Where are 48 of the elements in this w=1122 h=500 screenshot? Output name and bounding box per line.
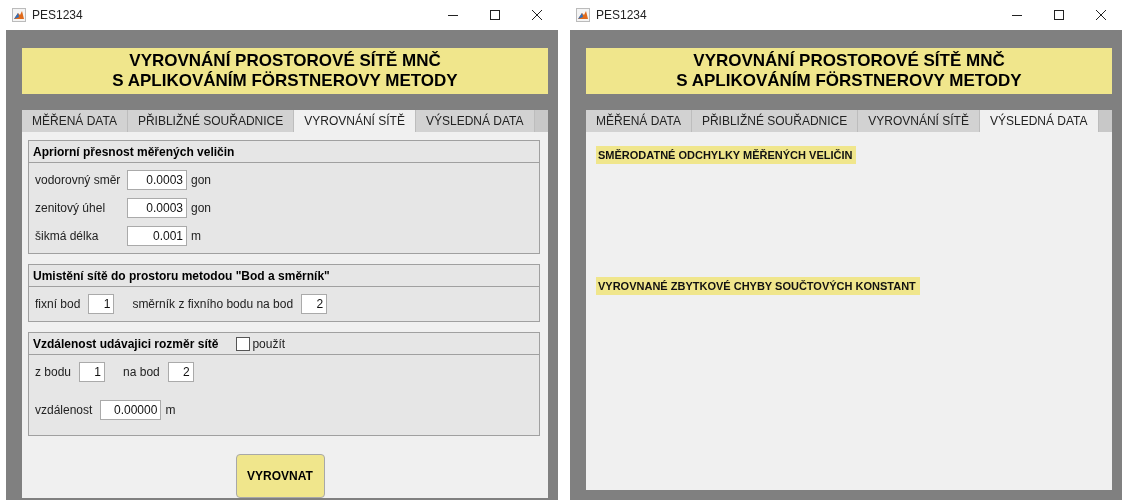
- field-label: z bodu: [35, 365, 72, 379]
- tab[interactable]: MĚŘENÁ DATA: [586, 110, 692, 132]
- tab[interactable]: VYROVNÁNÍ SÍTĚ: [294, 110, 416, 132]
- tab[interactable]: PŘIBLIŽNÉ SOUŘADNICE: [127, 110, 295, 132]
- checkbox[interactable]: [236, 336, 251, 351]
- unit-label: gon: [191, 201, 212, 215]
- input-field[interactable]: 1: [79, 362, 106, 382]
- input-field[interactable]: 0.0003: [127, 198, 187, 218]
- field-label: vodorovný směr: [35, 173, 122, 187]
- maximize-icon[interactable]: [490, 10, 500, 20]
- section-heading: SMĚRODATNÉ ODCHYLKY MĚŘENÝCH VELIČIN: [596, 146, 857, 164]
- input-field[interactable]: 0.001: [127, 226, 187, 246]
- field-label: zenitový úhel: [35, 201, 107, 215]
- field-label: fixní bod: [35, 297, 81, 311]
- input-field[interactable]: 2: [167, 362, 194, 382]
- input-field[interactable]: 1: [88, 294, 115, 314]
- unit-label: gon: [191, 173, 212, 187]
- maximize-icon[interactable]: [1054, 10, 1064, 20]
- section-heading: VYROVNANÉ ZBYTKOVÉ CHYBY SOUČTOVÝCH KONSTANT: [596, 277, 920, 295]
- group-title: Apriorní přesnost měřených veličin: [33, 144, 235, 159]
- adjust-button[interactable]: VYROVNAT: [235, 454, 325, 498]
- field-label: vzdálenost: [35, 403, 93, 417]
- tab[interactable]: VÝSLEDNÁ DATA: [415, 110, 535, 132]
- banner-text: VYROVNÁNÍ PROSTOROVÉ SÍTĚ MNČ: [129, 51, 441, 71]
- tab[interactable]: PŘIBLIŽNÉ SOUŘADNICE: [691, 110, 859, 132]
- unit-label: m: [165, 403, 176, 417]
- tab[interactable]: VYROVNÁNÍ SÍTĚ: [858, 110, 980, 132]
- field-label: směrník z fixního bodu na bod: [132, 297, 294, 311]
- banner-text: S APLIKOVÁNÍM FÖRSTNEROVY METODY: [112, 71, 458, 91]
- group-title: Vzdálenost udávajici rozměr sítě: [33, 336, 219, 351]
- input-field[interactable]: 2: [301, 294, 328, 314]
- banner-text: S APLIKOVÁNÍM FÖRSTNEROVY METODY: [676, 71, 1022, 91]
- window-title: PES1234: [596, 8, 647, 22]
- field-label: na bod: [123, 365, 160, 379]
- close-icon[interactable]: [1096, 10, 1106, 20]
- field-label: šikmá délka: [35, 229, 100, 243]
- tab[interactable]: VÝSLEDNÁ DATA: [979, 110, 1099, 132]
- checkbox-label: použít: [252, 336, 286, 351]
- input-field[interactable]: 0.00000: [100, 400, 162, 420]
- window-title: PES1234: [32, 8, 83, 22]
- app-icon: [576, 8, 590, 22]
- group-title: Umistění sítě do prostoru metodou "Bod a směrník": [33, 268, 330, 283]
- app-icon: [12, 8, 26, 22]
- banner-text: VYROVNÁNÍ PROSTOROVÉ SÍTĚ MNČ: [693, 51, 1005, 71]
- close-icon[interactable]: [532, 10, 542, 20]
- tab[interactable]: MĚŘENÁ DATA: [22, 110, 128, 132]
- unit-label: m: [191, 229, 201, 243]
- input-field[interactable]: 0.0003: [127, 170, 187, 190]
